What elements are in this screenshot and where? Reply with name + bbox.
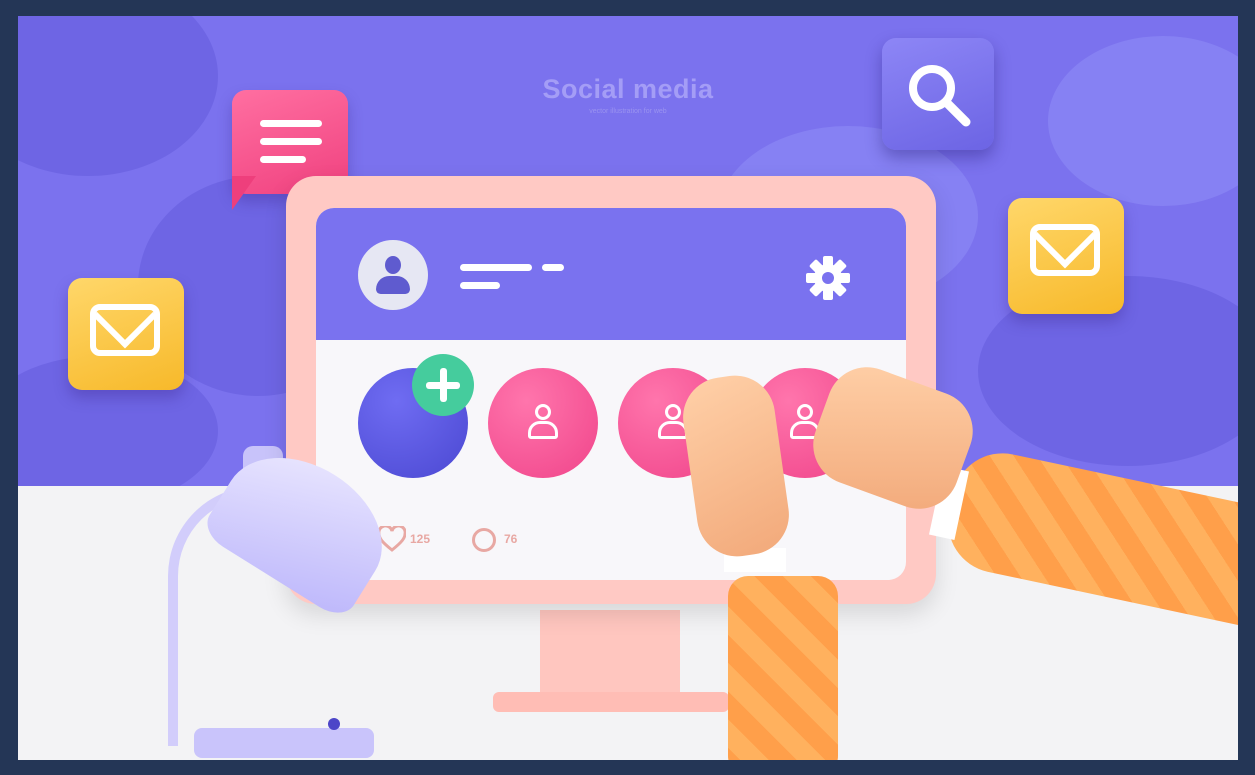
monitor-stand [540,610,680,700]
monitor-stand-base [493,692,729,712]
illustration: Social media vector illustration for web [18,16,1238,760]
envelope-glyph [1030,224,1100,276]
image-frame: Social media vector illustration for web [0,0,1255,775]
monitor-screen: 125 76 [316,208,906,580]
chat-bubble-tail [232,176,256,210]
avatar-body [376,276,410,294]
page-title: Social media [542,74,714,104]
chat-text-line [260,120,322,127]
profile-header [316,208,906,340]
comment-icon[interactable] [472,528,496,552]
desk-lamp-base [194,728,374,758]
search-icon [882,38,994,150]
envelope-glyph [90,304,160,356]
left-arm-sleeve [728,576,838,760]
profile-name-line [542,264,564,271]
background-blob [1048,36,1238,206]
profile-name-line [460,282,500,289]
gear-icon [806,256,850,300]
mail-icon [1008,198,1124,314]
profile-name-line [460,264,532,271]
plus-icon[interactable] [412,354,474,416]
user-icon [528,404,558,442]
chat-text-line [260,156,306,163]
likes-count: 125 [410,532,431,546]
page-subtitle: vector illustration for web [589,108,667,115]
mail-icon [68,278,184,390]
magnifier-glyph [909,65,971,127]
user-avatar-icon [358,240,428,310]
chat-text-line [260,138,322,145]
friend-avatar[interactable] [488,368,598,478]
desk-lamp-switch [328,718,340,730]
comments-count: 76 [504,532,518,546]
avatar-head [385,256,401,274]
